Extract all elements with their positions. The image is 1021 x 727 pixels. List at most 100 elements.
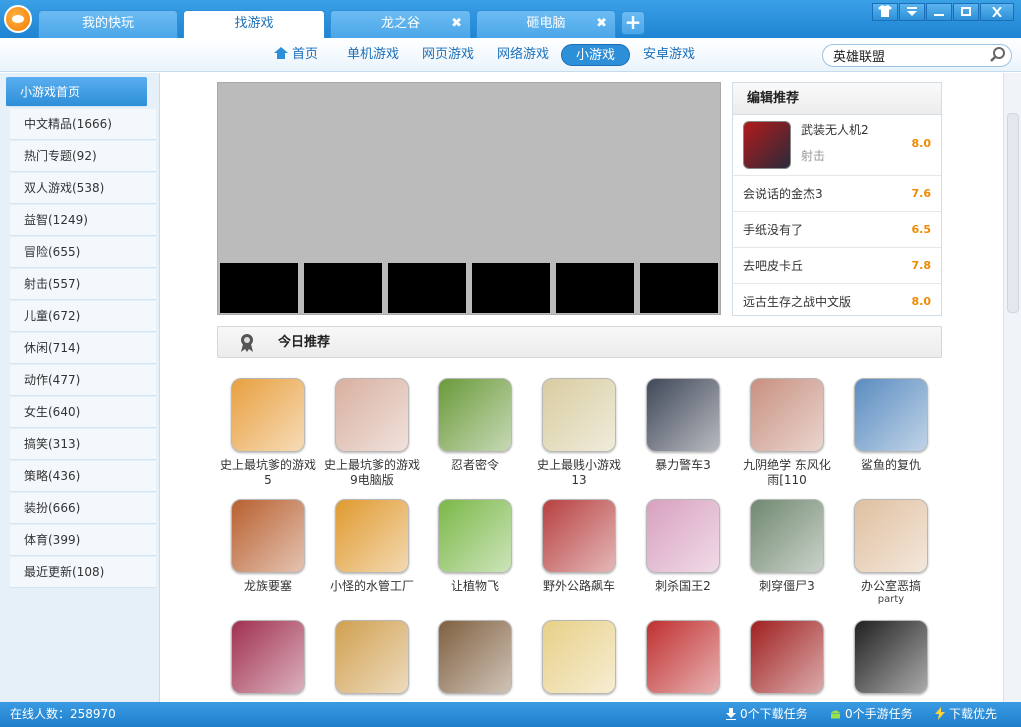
game-tile[interactable]: 鲨鱼的复仇 xyxy=(843,378,939,473)
tab-label: 找游戏 xyxy=(234,16,274,31)
editor-pick-featured[interactable]: 武装无人机2 射击 8.0 xyxy=(733,115,941,175)
shirt-icon[interactable] xyxy=(872,3,898,21)
sidebar-item[interactable]: 动作(477) xyxy=(10,365,156,396)
banner-thumbnail[interactable] xyxy=(388,263,466,313)
editor-pick-panel: 编辑推荐 武装无人机2 射击 8.0 会说话的金杰3 7.6 手纸没有了 6.5… xyxy=(732,82,942,316)
game-tile[interactable]: 办公室恶搞 party xyxy=(843,499,939,605)
game-tile[interactable]: 让植物飞 xyxy=(427,499,523,594)
sidebar-item[interactable]: 装扮(666) xyxy=(10,493,156,524)
sidebar-item[interactable]: 体育(399) xyxy=(10,525,156,556)
sidebar-item[interactable]: 冒险(655) xyxy=(10,237,156,268)
nav-standalone-games[interactable]: 单机游戏 xyxy=(347,44,399,66)
game-name: 史上最坑爹的游戏5 xyxy=(220,458,317,487)
sidebar-item[interactable]: 益智(1249) xyxy=(10,205,156,236)
sidebar-item[interactable]: 双人游戏(538) xyxy=(10,173,156,204)
game-tile[interactable]: 史上最坑爹的游戏5 xyxy=(220,378,316,488)
game-name: 史上最贱小游戏13 xyxy=(536,458,621,487)
game-icon xyxy=(438,378,512,452)
sidebar-item[interactable]: 中文精品(1666) xyxy=(10,109,156,140)
game-icon xyxy=(750,499,824,573)
game-icon xyxy=(438,499,512,573)
sidebar-item[interactable]: 策略(436) xyxy=(10,461,156,492)
tab-label: 龙之谷 xyxy=(380,16,420,31)
game-tile[interactable]: 刺杀国王2 xyxy=(635,499,731,594)
online-count: 在线人数：258970 xyxy=(10,707,116,721)
banner-thumbnail[interactable] xyxy=(304,263,382,313)
tab-my-kuaiwan[interactable]: 我的快玩 xyxy=(38,10,178,38)
maximize-icon[interactable] xyxy=(953,3,979,21)
download-tasks[interactable]: 0个下载任务 xyxy=(726,702,808,727)
game-name: 鲨鱼的复仇 xyxy=(860,458,921,472)
game-tile[interactable]: 九阴绝学 东风化雨[110 xyxy=(739,378,835,488)
banner-thumbnail[interactable] xyxy=(220,263,298,313)
game-icon xyxy=(231,378,305,452)
game-tile[interactable]: 刺穿僵尸3 xyxy=(739,499,835,594)
game-tile[interactable] xyxy=(220,620,316,694)
game-score: 7.8 xyxy=(911,259,932,272)
game-tile[interactable] xyxy=(635,620,731,694)
tab-find-games[interactable]: 找游戏 xyxy=(183,10,325,38)
sidebar-item[interactable]: 射击(557) xyxy=(10,269,156,300)
game-tile[interactable]: 龙族要塞 xyxy=(220,499,316,594)
banner-thumbnail[interactable] xyxy=(556,263,634,313)
scrollbar-thumb[interactable] xyxy=(1007,113,1019,313)
dropdown-icon[interactable] xyxy=(899,3,925,21)
close-tab-icon[interactable]: ✖ xyxy=(451,11,462,37)
banner-thumbnail[interactable] xyxy=(640,263,718,313)
game-tile[interactable]: 忍者密令 xyxy=(427,378,523,473)
editor-pick-item[interactable]: 远古生存之战中文版 8.0 xyxy=(733,283,941,319)
today-recommend-header: 今日推荐 xyxy=(217,326,942,358)
sidebar-item[interactable]: 热门专题(92) xyxy=(10,141,156,172)
game-subtitle: party xyxy=(877,594,905,605)
game-tile[interactable] xyxy=(531,620,627,694)
game-tile[interactable] xyxy=(324,620,420,694)
game-icon xyxy=(646,620,720,694)
sidebar-item[interactable]: 搞笑(313) xyxy=(10,429,156,460)
editor-pick-title: 编辑推荐 xyxy=(733,83,941,115)
sidebar-item[interactable]: 儿童(672) xyxy=(10,301,156,332)
lightning-icon xyxy=(935,707,945,720)
editor-pick-item[interactable]: 会说话的金杰3 7.6 xyxy=(733,175,941,211)
sidebar-item[interactable]: 小游戏首页 xyxy=(6,77,147,107)
tab-smash-computer[interactable]: 砸电脑 ✖ xyxy=(476,10,616,38)
sidebar-item[interactable]: 休闲(714) xyxy=(10,333,156,364)
search-icon[interactable] xyxy=(990,47,1006,63)
game-tile[interactable] xyxy=(427,620,523,694)
game-icon xyxy=(542,499,616,573)
editor-pick-item[interactable]: 手纸没有了 6.5 xyxy=(733,211,941,247)
game-icon xyxy=(646,499,720,573)
game-score: 8.0 xyxy=(911,295,932,308)
game-tile[interactable]: 史上最坑爹的游戏9电脑版 xyxy=(324,378,420,488)
nav-mini-games[interactable]: 小游戏 xyxy=(561,44,631,66)
game-tile[interactable] xyxy=(739,620,835,694)
game-tile[interactable]: 史上最贱小游戏13 xyxy=(531,378,627,488)
game-icon xyxy=(335,378,409,452)
nav-online-games[interactable]: 网络游戏 xyxy=(497,44,549,66)
mobile-tasks[interactable]: 0个手游任务 xyxy=(830,702,913,727)
game-tile[interactable]: 小怪的水管工厂 xyxy=(324,499,420,594)
banner-thumbnail[interactable] xyxy=(472,263,550,313)
new-tab-plus-icon[interactable]: + xyxy=(621,11,645,35)
sidebar-item[interactable]: 女生(640) xyxy=(10,397,156,428)
nav-android-games[interactable]: 安卓游戏 xyxy=(643,44,695,66)
game-tile[interactable]: 暴力警车3 xyxy=(635,378,731,473)
game-name: 史上最坑爹的游戏9电脑版 xyxy=(324,458,421,487)
vertical-scrollbar[interactable] xyxy=(1003,73,1021,702)
tab-dragon-nest[interactable]: 龙之谷 ✖ xyxy=(330,10,471,38)
game-tile[interactable] xyxy=(843,620,939,694)
game-tile[interactable]: 野外公路飙车 xyxy=(531,499,627,594)
game-score: 7.6 xyxy=(911,187,932,200)
minimize-icon[interactable] xyxy=(926,3,952,21)
download-priority[interactable]: 下载优先 xyxy=(935,702,997,727)
nav-home[interactable]: 首页 xyxy=(274,44,318,66)
close-icon[interactable] xyxy=(980,3,1014,21)
game-icon xyxy=(854,378,928,452)
download-tasks-label: 0个下载任务 xyxy=(740,707,808,721)
search-input[interactable] xyxy=(822,44,1012,67)
sidebar-item[interactable]: 最近更新(108) xyxy=(10,557,156,588)
nav-web-games[interactable]: 网页游戏 xyxy=(422,44,474,66)
game-name: 远古生存之战中文版 xyxy=(743,295,852,309)
tab-label: 我的快玩 xyxy=(81,16,134,31)
editor-pick-item[interactable]: 去吧皮卡丘 7.8 xyxy=(733,247,941,283)
close-tab-icon[interactable]: ✖ xyxy=(596,11,607,37)
